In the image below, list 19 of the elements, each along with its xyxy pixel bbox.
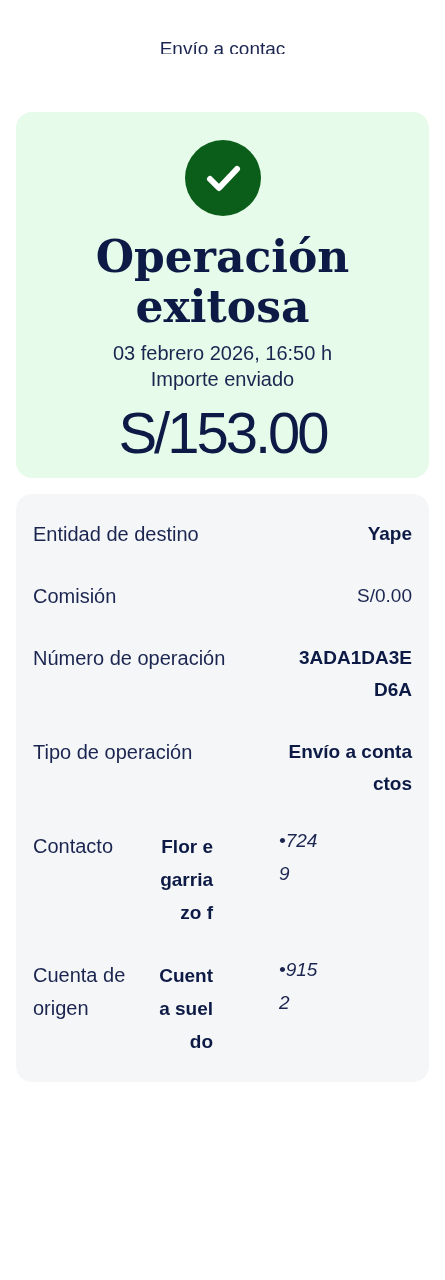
detail-label: Contacto bbox=[33, 834, 115, 859]
amount-label: Importe enviado bbox=[150, 367, 295, 392]
detail-label: Comisión bbox=[33, 584, 118, 609]
detail-label: Cuenta de origen bbox=[33, 963, 127, 1021]
detail-value: S/0.00 bbox=[356, 584, 412, 608]
date-time: 03 febrero 2026, 16:50 h bbox=[112, 341, 333, 366]
result-title: Operación exitosa bbox=[94, 232, 351, 332]
detail-value: 3ADA1DA3ED6A bbox=[298, 646, 412, 702]
account-suffix: •9152 bbox=[279, 958, 319, 1015]
detail-label: Tipo de operación bbox=[33, 740, 194, 765]
account-suffix: •7249 bbox=[279, 829, 319, 886]
detail-label: Número de operación bbox=[33, 646, 227, 671]
detail-value: Envío a contactos bbox=[288, 740, 412, 796]
amount: S/153.00 bbox=[118, 400, 327, 466]
check-icon bbox=[184, 140, 261, 216]
detail-label: Entidad de destino bbox=[33, 522, 200, 547]
detail-value: Flor egarriazo f bbox=[159, 835, 213, 925]
detail-value: Cuenta sueldo bbox=[158, 964, 213, 1054]
detail-value: Yape bbox=[366, 522, 412, 546]
